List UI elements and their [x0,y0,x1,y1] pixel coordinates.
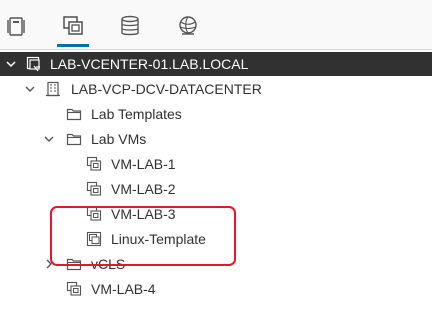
networking-icon [179,16,197,35]
tree-node-label[interactable]: VM-LAB-1 [111,155,176,173]
vm-icon [86,156,102,172]
tree-node-label[interactable]: Linux-Template [111,230,206,248]
tab-hosts-clusters[interactable] [4,14,28,38]
vm-icon [66,281,82,297]
chevron-down-icon[interactable] [23,82,37,96]
datacenter-icon [45,81,61,97]
vcenter-icon [26,56,42,72]
template-icon [86,231,102,247]
folder-icon [66,106,82,122]
tree-node-template[interactable]: Linux-Template [0,227,432,251]
vms-templates-icon [63,16,83,35]
tree-node-vcls[interactable]: vCLS [0,252,432,276]
tree-node-lab-vms[interactable]: Lab VMs [0,127,432,151]
tree-node-vm[interactable]: VM-LAB-4 [0,277,432,301]
tree-node-label[interactable]: VM-LAB-4 [91,280,156,298]
tree-node-vm[interactable]: VM-LAB-3 [0,202,432,226]
hosts-clusters-icon [7,17,25,36]
chevron-right-icon[interactable] [42,257,56,271]
navigator-tabbar [0,0,432,50]
vm-icon [86,206,102,222]
chevron-down-icon[interactable] [4,57,18,71]
active-tab-indicator [57,44,89,47]
tree-node-label[interactable]: VM-LAB-2 [111,180,176,198]
tree-node-vm[interactable]: VM-LAB-2 [0,177,432,201]
tree-node-label[interactable]: VM-LAB-3 [111,205,176,223]
tree-node-lab-templates[interactable]: Lab Templates [0,102,432,126]
tree-node-vm[interactable]: VM-LAB-1 [0,152,432,176]
folder-icon [66,256,82,272]
tree-node-label[interactable]: LAB-VCENTER-01.LAB.LOCAL [50,55,248,73]
tab-storage[interactable] [118,14,142,38]
tree-node-label[interactable]: Lab VMs [91,130,146,148]
tree-node-label[interactable]: Lab Templates [91,105,182,123]
storage-icon [121,15,139,36]
tree-node-label[interactable]: vCLS [91,255,125,273]
tab-vms-templates[interactable] [61,14,85,38]
chevron-down-icon[interactable] [42,132,56,146]
folder-icon [66,131,82,147]
tree-node-datacenter[interactable]: LAB-VCP-DCV-DATACENTER [0,77,432,101]
tab-networking[interactable] [176,14,200,38]
tree-node-vcenter[interactable]: LAB-VCENTER-01.LAB.LOCAL [0,52,432,76]
vm-icon [86,181,102,197]
tree-node-label[interactable]: LAB-VCP-DCV-DATACENTER [71,80,262,98]
